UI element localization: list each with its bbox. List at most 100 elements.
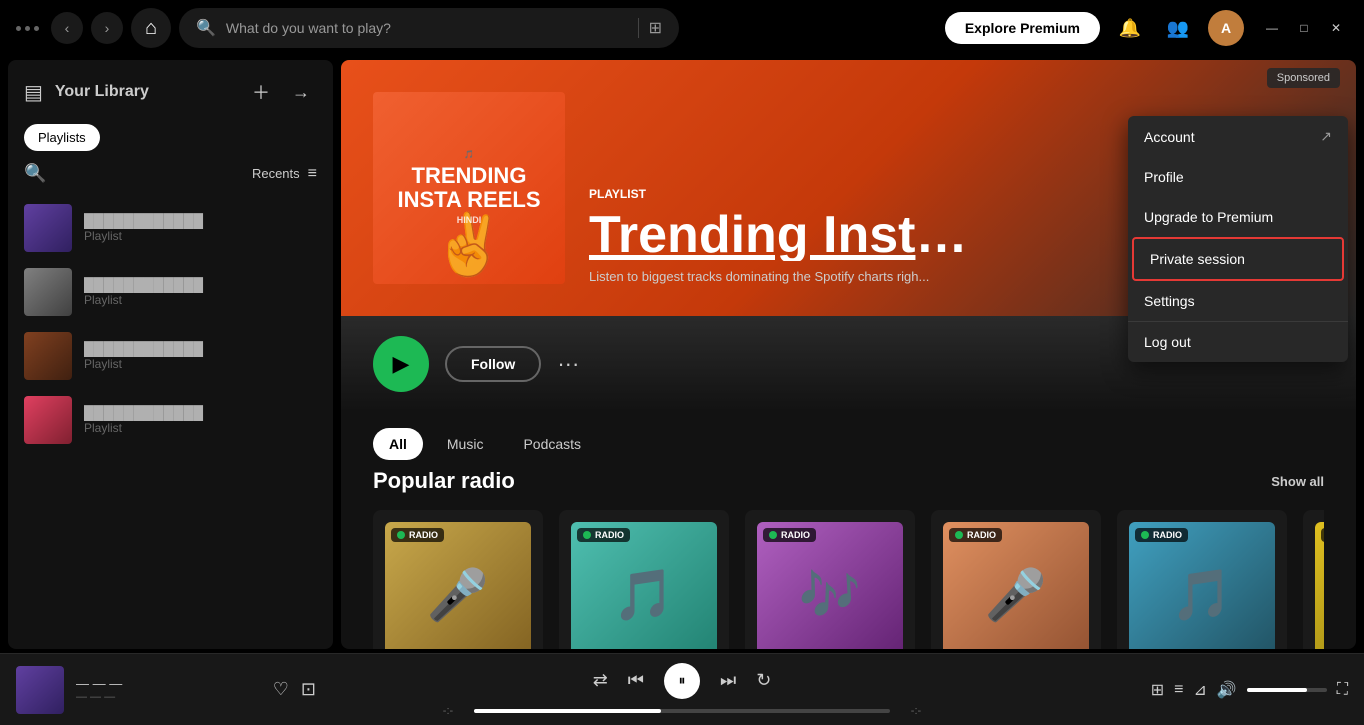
tab-all[interactable]: All	[373, 428, 423, 460]
progress-fill	[474, 709, 661, 713]
explore-premium-button[interactable]: Explore Premium	[945, 12, 1100, 44]
playlist-thumb	[24, 268, 72, 316]
hero-cover-title: TRENDINGINSTA REELS	[397, 164, 540, 212]
volume-bar[interactable]	[1247, 688, 1327, 692]
back-button[interactable]: ‹	[51, 12, 83, 44]
radio-badge: RADIO	[577, 528, 630, 542]
radio-card-image: RADIO 🎶	[1315, 522, 1324, 649]
player-left: — — — — — — ♡ ⊡	[16, 666, 316, 714]
playlist-name: ████████████	[84, 405, 317, 421]
browse-icon: ⊞	[649, 18, 662, 38]
list-item[interactable]: ████████████ Playlist	[16, 324, 325, 388]
dropdown-item-settings[interactable]: Settings	[1128, 281, 1348, 321]
playlist-info: ████████████ Playlist	[84, 341, 317, 371]
search-icon: 🔍	[196, 18, 216, 38]
like-button[interactable]: ♡	[273, 679, 289, 700]
radio-badge: RADIO	[949, 528, 1002, 542]
progress-bar[interactable]	[474, 709, 890, 713]
progress-row: -:- -:-	[432, 705, 932, 717]
maximize-button[interactable]: □	[1292, 16, 1316, 40]
spotify-dot-icon	[397, 531, 405, 539]
search-bar: 🔍 ⊞	[179, 8, 679, 48]
forward-button[interactable]: ›	[91, 12, 123, 44]
close-button[interactable]: ✕	[1324, 16, 1348, 40]
playlists-filter-button[interactable]: Playlists	[24, 124, 100, 151]
next-button[interactable]: ⏭	[720, 670, 736, 691]
list-item[interactable]: ████████████ Playlist	[16, 260, 325, 324]
home-button[interactable]: ⌂	[131, 8, 171, 48]
topbar: ‹ › ⌂ 🔍 ⊞ Explore Premium 🔔 👥 A — □ ✕	[0, 0, 1364, 56]
playlist-thumb	[24, 396, 72, 444]
radio-card-shreya-ghoshal[interactable]: RADIO 🎤 Shreya Ghoshal With A.R. Rahman,	[931, 510, 1101, 649]
radio-card-image: RADIO 🎤	[385, 522, 531, 649]
dropdown-item-private-session[interactable]: Private session	[1132, 237, 1344, 281]
friends-button[interactable]: 👥	[1160, 10, 1196, 46]
player-thumbnail	[16, 666, 64, 714]
connect-button[interactable]: ⊿	[1193, 680, 1206, 700]
spotify-dot-icon	[583, 531, 591, 539]
dropdown-item-logout[interactable]: Log out	[1128, 322, 1348, 362]
section-title: Popular radio	[373, 468, 515, 494]
radio-card-diljit-dosanjh[interactable]: RADIO 🎵 Diljit Dosanjh With Karan Aujla,	[559, 510, 729, 649]
sidebar-search-button[interactable]: 🔍	[24, 163, 46, 184]
tab-music[interactable]: Music	[431, 428, 500, 460]
library-title: Your Library	[55, 83, 245, 101]
recents-label: Recents	[252, 166, 300, 181]
search-input[interactable]	[226, 20, 628, 36]
follow-button[interactable]: Follow	[445, 346, 541, 382]
list-item[interactable]: ████████████ Playlist	[16, 196, 325, 260]
playlist-info: ████████████ Playlist	[84, 405, 317, 435]
playlist-info: ████████████ Playlist	[84, 277, 317, 307]
radio-card-sp-balasubrahmanyam[interactable]: RADIO 🎶 S.P. Balasubrahmanyam With K. J.…	[745, 510, 915, 649]
search-divider	[638, 18, 639, 38]
fullscreen-button[interactable]: ⛶	[1337, 681, 1348, 699]
avatar-button[interactable]: A	[1208, 10, 1244, 46]
spotify-dot-icon	[1141, 531, 1149, 539]
dot1	[16, 26, 21, 31]
dot3	[34, 26, 39, 31]
playlist-sub: Playlist	[84, 293, 317, 307]
playlist-thumb	[24, 204, 72, 252]
play-button[interactable]: ▶	[373, 336, 429, 392]
player-track-info: — — — — — —	[76, 676, 261, 703]
picture-in-picture-button[interactable]: ⊡	[301, 679, 316, 700]
now-playing-button[interactable]: ⊞	[1151, 680, 1164, 700]
volume-icon[interactable]: 🔊	[1217, 680, 1237, 700]
queue-button[interactable]: ≡	[1174, 681, 1183, 699]
sidebar-search-row: 🔍 Recents ≡	[8, 159, 333, 192]
dropdown-item-account[interactable]: Account ↗	[1128, 116, 1348, 157]
radio-card-image: RADIO 🎵	[571, 522, 717, 649]
notifications-button[interactable]: 🔔	[1112, 10, 1148, 46]
previous-button[interactable]: ⏮	[628, 670, 644, 691]
player-bar: — — — — — — ♡ ⊡ ⇄ ⏮ ⏸ ⏭ ↻ -:- -:- ⊞ ≡ ⊿ …	[0, 653, 1364, 725]
list-item[interactable]: ████████████ Playlist	[16, 388, 325, 452]
show-all-button[interactable]: Show all	[1271, 474, 1324, 489]
sidebar: ▤ Your Library ＋ → Playlists 🔍 Recents ≡…	[8, 60, 333, 649]
player-controls: ⇄ ⏮ ⏸ ⏭ ↻	[593, 663, 772, 699]
radio-card-ar-rahman[interactable]: RADIO 🎶 A.R. Rahman With Santhosh	[1303, 510, 1324, 649]
radio-card-image: RADIO 🎵	[1129, 522, 1275, 649]
dropdown-item-upgrade[interactable]: Upgrade to Premium	[1128, 197, 1348, 237]
more-options-button[interactable]: ···	[557, 351, 579, 377]
add-playlist-button[interactable]: ＋	[245, 76, 277, 108]
shuffle-button[interactable]: ⇄	[593, 670, 608, 691]
dropdown-item-profile[interactable]: Profile	[1128, 157, 1348, 197]
list-view-button[interactable]: ≡	[308, 165, 317, 183]
hero-logo: 🎵	[464, 150, 474, 160]
sidebar-header: ▤ Your Library ＋ →	[8, 60, 333, 116]
player-right: ⊞ ≡ ⊿ 🔊 ⛶	[1048, 680, 1348, 700]
radio-badge: RADIO	[391, 528, 444, 542]
radio-card-arijit-singh[interactable]: RADIO 🎤 Arijit Singh With Sachin-Jigar,	[373, 510, 543, 649]
minimize-button[interactable]: —	[1260, 16, 1284, 40]
playlist-name: ████████████	[84, 277, 317, 293]
expand-library-button[interactable]: →	[285, 76, 317, 108]
playlist-sub: Playlist	[84, 421, 317, 435]
hero-cover-image: 🎵 TRENDINGINSTA REELS HINDI ✌	[373, 92, 565, 284]
volume-fill	[1247, 688, 1307, 692]
tab-podcasts[interactable]: Podcasts	[507, 428, 597, 460]
total-time: -:-	[900, 705, 932, 717]
repeat-button[interactable]: ↻	[756, 670, 771, 691]
player-play-button[interactable]: ⏸	[664, 663, 700, 699]
playlist-list: ████████████ Playlist ████████████ Playl…	[8, 192, 333, 649]
radio-card-kk[interactable]: RADIO 🎵 KK With Armaan Malik,	[1117, 510, 1287, 649]
